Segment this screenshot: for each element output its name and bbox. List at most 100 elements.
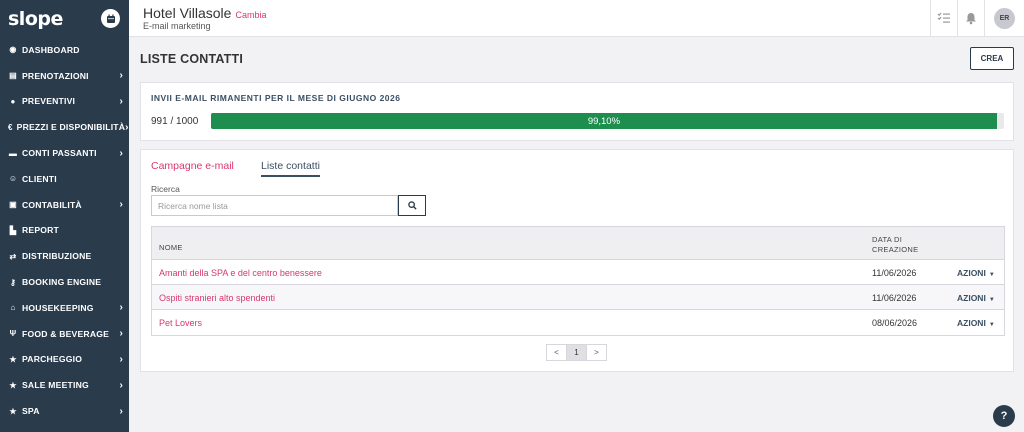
contact-lists-table: NOME DATA DI CREAZIONE Amanti della SPA … [151, 226, 1005, 336]
bell-icon [966, 12, 976, 24]
sidebar-item-label: PREZZI E DISPONIBILITÀ [16, 122, 126, 133]
caret-down-icon: ▼ [988, 297, 995, 303]
quote-icon: ● [10, 96, 16, 106]
sidebar-item-contabilit[interactable]: ▣ CONTABILITÀ › [0, 192, 129, 218]
quota-title: INVII E-MAIL RIMANENTI PER IL MESE DI GI… [151, 93, 401, 103]
actions-dropdown[interactable]: AZIONI ▼ [957, 293, 995, 303]
pagination: < 1 > [546, 344, 607, 361]
app-logo[interactable]: slope [8, 8, 63, 30]
column-header-name[interactable]: NOME [159, 243, 183, 252]
sidebar-item-conti-passanti[interactable]: ▬ CONTI PASSANTI › [0, 140, 129, 166]
dashboard-icon: ◉ [9, 45, 17, 55]
sidebar-item-booking-engine[interactable]: ⚷ BOOKING ENGINE [0, 269, 129, 295]
list-name-link[interactable]: Ospiti stranieri alto spendenti [159, 293, 275, 303]
sidebar-item-prezzi-e-disponibilit[interactable]: € PREZZI E DISPONIBILITÀ › [0, 114, 129, 140]
sidebar-item-dashboard[interactable]: ◉ DASHBOARD [0, 37, 129, 63]
tab-contact-lists[interactable]: Liste contatti [261, 160, 320, 177]
page-title: LISTE CONTATTI [140, 52, 244, 66]
sidebar-item-sale-meeting[interactable]: ★ SALE MEETING › [0, 372, 129, 398]
chevron-right-icon: › [119, 328, 123, 340]
tab-email-campaigns[interactable]: Campagne e-mail [151, 160, 234, 172]
list-name-link[interactable]: Amanti della SPA e del centro benessere [159, 268, 322, 278]
checklist-icon [937, 12, 950, 23]
quota-progress-bar: 99,10% [211, 113, 1004, 129]
creation-date: 11/06/2026 [872, 293, 917, 303]
sidebar-item-label: FOOD & BEVERAGE [22, 328, 110, 339]
search-button[interactable] [398, 195, 426, 216]
chevron-right-icon: › [119, 302, 123, 314]
sidebar-item-label: PREVENTIVI [22, 96, 76, 107]
sidebar-item-clienti[interactable]: ☺ CLIENTI [0, 166, 129, 192]
table-row: Ospiti stranieri alto spendenti 11/06/202… [152, 285, 1004, 310]
pagination-prev-button[interactable]: < [546, 344, 567, 361]
search-label: Ricerca [151, 184, 180, 194]
calendar-icon [106, 14, 115, 23]
search-icon [407, 201, 417, 210]
sidebar-item-distribuzione[interactable]: ⇄ DISTRIBUZIONE [0, 243, 129, 269]
chevron-right-icon: › [119, 70, 123, 82]
chart-icon: ▙ [9, 225, 17, 235]
avatar: ER [994, 7, 1015, 29]
help-button[interactable]: ? [993, 405, 1015, 427]
chevron-right-icon: › [119, 353, 123, 365]
top-bar: Hotel Villasole Cambia E-mail marketing E… [129, 0, 1024, 37]
help-icon: ? [1000, 410, 1008, 422]
sidebar-item-label: SALE MEETING [22, 380, 89, 391]
pagination-page-current[interactable]: 1 [566, 344, 587, 361]
actions-dropdown[interactable]: AZIONI ▼ [957, 318, 995, 328]
card-icon: ▬ [8, 148, 18, 158]
hotel-name-text: Hotel Villasole [143, 5, 232, 21]
creation-date: 08/06/2026 [872, 318, 918, 328]
sidebar-nav: ◉ DASHBOARD ▤ PRENOTAZIONI › ● PREVENTIVI › € PRE… [0, 37, 129, 424]
list-name-link[interactable]: Pet Lovers [159, 318, 202, 328]
sidebar-item-label: REPORT [22, 225, 60, 236]
sidebar-item-label: CLIENTI [22, 173, 57, 184]
chevron-right-icon: › [119, 95, 123, 107]
table-body: Amanti della SPA e del centro benessere 1… [152, 260, 1004, 335]
chevron-right-icon: › [119, 379, 123, 391]
change-hotel-link[interactable]: Cambia [235, 10, 266, 20]
search-input[interactable] [151, 195, 398, 216]
sidebar-item-preventivi[interactable]: ● PREVENTIVI › [0, 89, 129, 115]
table-header: NOME DATA DI CREAZIONE [152, 227, 1004, 260]
sidebar-item-label: PARCHEGGIO [22, 354, 83, 365]
create-button[interactable]: CREA [970, 47, 1014, 70]
pagination-next-button[interactable]: > [586, 344, 607, 361]
calendar-button[interactable] [101, 9, 120, 28]
column-header-date-line1: DATA DI [872, 235, 903, 244]
quota-progress-fill: 99,10% [211, 113, 997, 129]
key-icon: ⚷ [9, 277, 17, 287]
sidebar-item-spa[interactable]: ★ SPA › [0, 398, 129, 424]
sidebar-item-parcheggio[interactable]: ★ PARCHEGGIO › [0, 347, 129, 373]
actions-label: AZIONI [957, 293, 986, 303]
caret-down-icon: ▼ [988, 272, 995, 278]
home-icon: ⌂ [10, 303, 16, 313]
actions-dropdown[interactable]: AZIONI ▼ [957, 268, 995, 278]
notifications-button[interactable] [957, 0, 984, 36]
sidebar-item-report[interactable]: ▙ REPORT [0, 218, 129, 244]
sidebar-item-label: DISTRIBUZIONE [22, 251, 92, 262]
star-icon: ★ [9, 354, 17, 364]
hotel-name: Hotel Villasole Cambia [143, 5, 266, 21]
sidebar-item-housekeeping[interactable]: ⌂ HOUSEKEEPING › [0, 295, 129, 321]
column-header-date[interactable]: DATA DI CREAZIONE [872, 235, 918, 255]
chevron-right-icon: › [119, 147, 123, 159]
top-icons: ER [930, 0, 1024, 36]
euro-icon: € [8, 122, 13, 132]
actions-label: AZIONI [957, 318, 986, 328]
sidebar-item-prenotazioni[interactable]: ▤ PRENOTAZIONI › [0, 63, 129, 89]
column-header-date-line2: CREAZIONE [872, 245, 919, 254]
star-icon: ★ [9, 406, 17, 416]
chevron-right-icon: › [119, 405, 123, 417]
star-icon: ★ [9, 380, 17, 390]
contact-lists-card: Campagne e-mail Liste contatti Ricerca N… [140, 149, 1014, 372]
chevron-right-icon: › [119, 199, 123, 211]
users-icon: ☺ [8, 174, 18, 184]
module-subtitle: E-mail marketing [143, 21, 211, 31]
sidebar-item-label: PRENOTAZIONI [22, 70, 89, 81]
user-menu[interactable]: ER [984, 0, 1024, 36]
quota-card: INVII E-MAIL RIMANENTI PER IL MESE DI GI… [140, 82, 1014, 141]
table-row: Amanti della SPA e del centro benessere 1… [152, 260, 1004, 285]
sidebar-item-food-beverage[interactable]: ψ FOOD & BEVERAGE › [0, 321, 129, 347]
tasks-button[interactable] [930, 0, 957, 36]
